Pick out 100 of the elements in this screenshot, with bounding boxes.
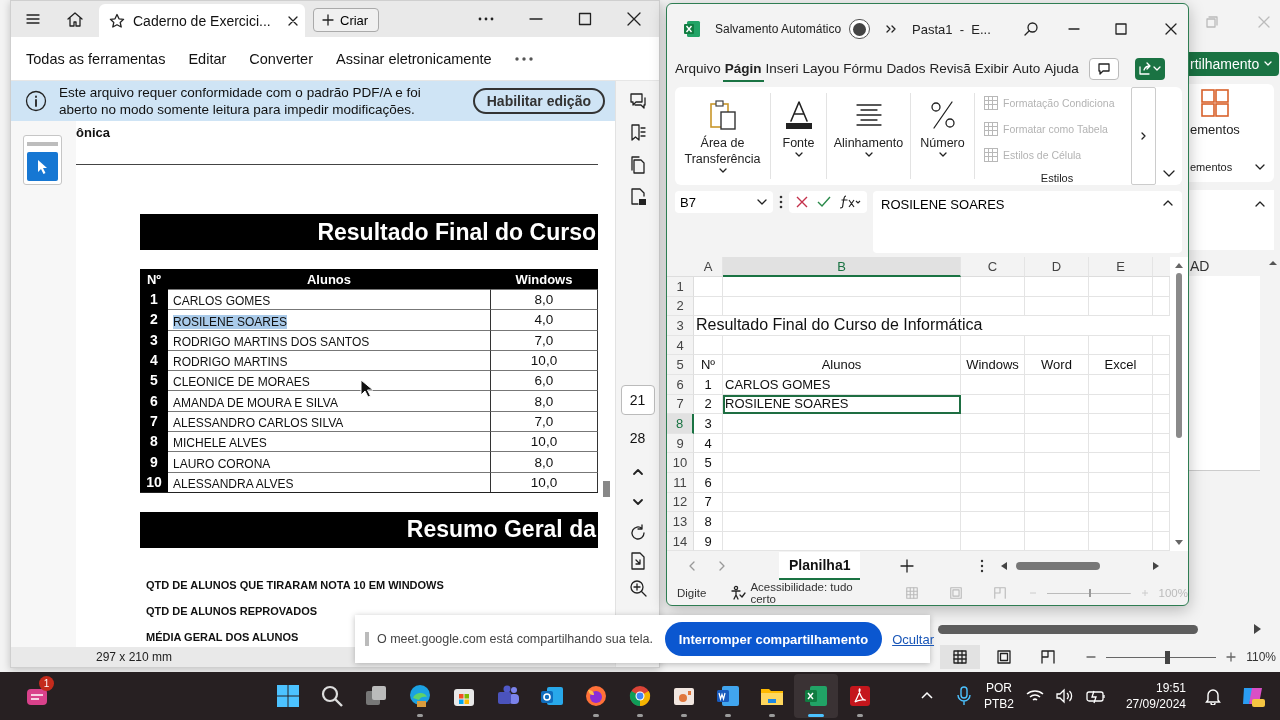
ribbon-button-label[interactable]: Alinhamento: [833, 135, 904, 151]
column-header[interactable]: AD: [1188, 258, 1266, 276]
formula-text: ROSILENE SOARES: [881, 197, 1005, 214]
table-cell: 4: [140, 349, 168, 371]
clock[interactable]: 19:51 27/09/2024: [1125, 680, 1186, 712]
group-label: ementos: [1190, 161, 1233, 173]
spreadsheet-cell[interactable]: 9: [694, 531, 723, 551]
summary-label: MÉDIA GERAL DOS ALUNOS: [146, 630, 299, 645]
page-number[interactable]: 28: [620, 423, 655, 453]
ribbon-tab[interactable]: Págin: [722, 56, 764, 82]
create-button[interactable]: Criar: [313, 8, 380, 32]
spreadsheet-cell[interactable]: 5: [694, 453, 723, 473]
column-header[interactable]: B: [723, 257, 961, 277]
spreadsheet-cell[interactable]: Alunos: [723, 355, 961, 375]
toolbar-item[interactable]: Editar: [188, 50, 227, 67]
ribbon-tab[interactable]: Fórmu: [841, 56, 885, 82]
ribbon-tab[interactable]: Layou: [800, 56, 842, 82]
column-header: Alunos: [168, 269, 490, 289]
table-cell: 5: [140, 370, 168, 391]
column-header[interactable]: A: [694, 257, 723, 277]
spreadsheet-cell[interactable]: 7: [694, 492, 723, 513]
column-header[interactable]: C: [961, 257, 1025, 277]
column-header: Nº: [140, 269, 168, 289]
ribbon-tab[interactable]: Ajuda: [1042, 56, 1081, 82]
row-header[interactable]: 5: [667, 355, 694, 375]
accessibility-status[interactable]: Acessibilidade: tudo certo: [750, 581, 873, 605]
spreadsheet-cell[interactable]: 8: [694, 512, 723, 532]
ribbon-tab[interactable]: Auto: [1010, 56, 1043, 82]
spreadsheet-cell[interactable]: 4: [694, 433, 723, 454]
ribbon-button-label[interactable]: Área de Transferência: [675, 135, 770, 167]
sheet-title-cell[interactable]: Resultado Final do Curso de Informática: [694, 316, 1170, 336]
table-title: Resultado Final do Curso: [140, 214, 598, 250]
autosave-label: Salvamento Automático: [715, 22, 842, 36]
ribbon-button-label[interactable]: Número: [920, 135, 965, 151]
spreadsheet-cell[interactable]: CARLOS GOMES: [723, 374, 961, 395]
ribbon-tab[interactable]: Arquivo: [673, 56, 723, 82]
table-cell: 2: [140, 309, 168, 330]
table-cell: ALESSANDRA ALVES: [173, 476, 294, 491]
toolbar-item[interactable]: Assinar eletronicamente: [336, 50, 492, 67]
toolbar-item[interactable]: Todas as ferramentas: [26, 50, 166, 67]
table-cell: CLEONICE DE MORAES: [173, 375, 310, 390]
row-header[interactable]: 3: [667, 316, 694, 336]
page-size: 297 x 210 mm: [96, 650, 173, 664]
spreadsheet-cell[interactable]: 6: [694, 472, 723, 493]
spreadsheet-cell[interactable]: 3: [694, 414, 723, 434]
column-header[interactable]: E: [1089, 257, 1153, 277]
share-button[interactable]: rtilhamento: [1188, 52, 1280, 76]
table-cell: 8: [140, 431, 168, 452]
summary-label: QTD DE ALUNOS QUE TIRARAM NOTA 10 EM WINDOWS: [146, 578, 444, 593]
stop-sharing-button[interactable]: Interromper compartilhamento: [664, 622, 883, 656]
table-cell: MICHELE ALVES: [173, 436, 267, 451]
toolbar-item[interactable]: Converter: [249, 50, 313, 67]
group-label: Estilos: [1040, 172, 1074, 184]
table-cell: 6: [140, 390, 168, 411]
notice-text: Este arquivo requer conformidade com o padrão PDF/A e foi aberto no modo somente leitura para impedir modificações.: [59, 84, 422, 118]
table-cell: 10: [140, 471, 168, 492]
table-cell: ALESSANDRO CARLOS SILVA: [173, 416, 344, 431]
sheet-tab[interactable]: Planilha1: [779, 552, 861, 580]
table-cell: RODRIGO MARTINS: [173, 355, 288, 370]
row-header[interactable]: 10: [667, 453, 694, 473]
enable-editing-button[interactable]: Habilitar edição: [472, 88, 605, 114]
table-cell: CARLOS GOMES: [173, 294, 271, 309]
spreadsheet-cell[interactable]: Word: [1025, 355, 1089, 375]
input-language[interactable]: POR PTB2: [983, 680, 1014, 712]
ribbon-button-label[interactable]: Fonte: [782, 135, 815, 151]
page-number[interactable]: 21: [620, 385, 655, 415]
table-cell: 9: [140, 451, 168, 472]
spreadsheet-cell[interactable]: Windows: [961, 355, 1025, 375]
document-tab[interactable]: Caderno de Exercici...: [99, 4, 305, 37]
hide-link[interactable]: Ocultar: [892, 631, 935, 647]
window-title: Pasta1 - E...: [912, 21, 991, 37]
spreadsheet-cell[interactable]: 2: [694, 394, 723, 415]
name-box[interactable]: B7: [675, 191, 773, 213]
heading-text: ônica: [76, 125, 111, 140]
zoom-level: 110%: [1246, 650, 1276, 664]
section-title: Resumo Geral da: [140, 511, 598, 548]
table-cell: LAURO CORONA: [173, 456, 271, 471]
row-header[interactable]: 8: [667, 414, 694, 434]
share-message: O meet.google.com está compartilhando sua tela.: [377, 632, 653, 646]
spreadsheet-cell[interactable]: 1: [694, 374, 723, 395]
row-header[interactable]: 13: [667, 512, 694, 532]
table-cell: AMANDA DE MOURA E SILVA: [173, 395, 338, 410]
ribbon-tab[interactable]: Revisã: [927, 56, 973, 82]
ribbon-tab[interactable]: Inseri: [763, 56, 801, 82]
ribbon-tab[interactable]: Dados: [884, 56, 928, 82]
table-cell: 7: [140, 410, 168, 432]
table-cell: ROSILENE SOARES: [173, 314, 288, 329]
table-cell: 1: [140, 289, 168, 310]
tab-title: Caderno de Exercici...: [133, 12, 271, 29]
formula-field[interactable]: ROSILENE SOARES: [873, 191, 1182, 253]
spreadsheet-cell[interactable]: Nº: [694, 355, 723, 375]
spreadsheet-cell[interactable]: ROSILENE SOARES: [723, 394, 961, 415]
spreadsheet-cell[interactable]: Excel: [1089, 355, 1153, 375]
column-header[interactable]: D: [1025, 257, 1089, 277]
status-mode: Digite: [677, 587, 707, 599]
ribbon-tab[interactable]: Exibir: [972, 56, 1011, 82]
column-header: Windows: [490, 269, 598, 289]
ribbon-button-label[interactable]: ementos: [1190, 122, 1274, 137]
row-header[interactable]: 1: [667, 277, 694, 297]
table-cell: RODRIGO MARTINS DOS SANTOS: [173, 334, 370, 349]
